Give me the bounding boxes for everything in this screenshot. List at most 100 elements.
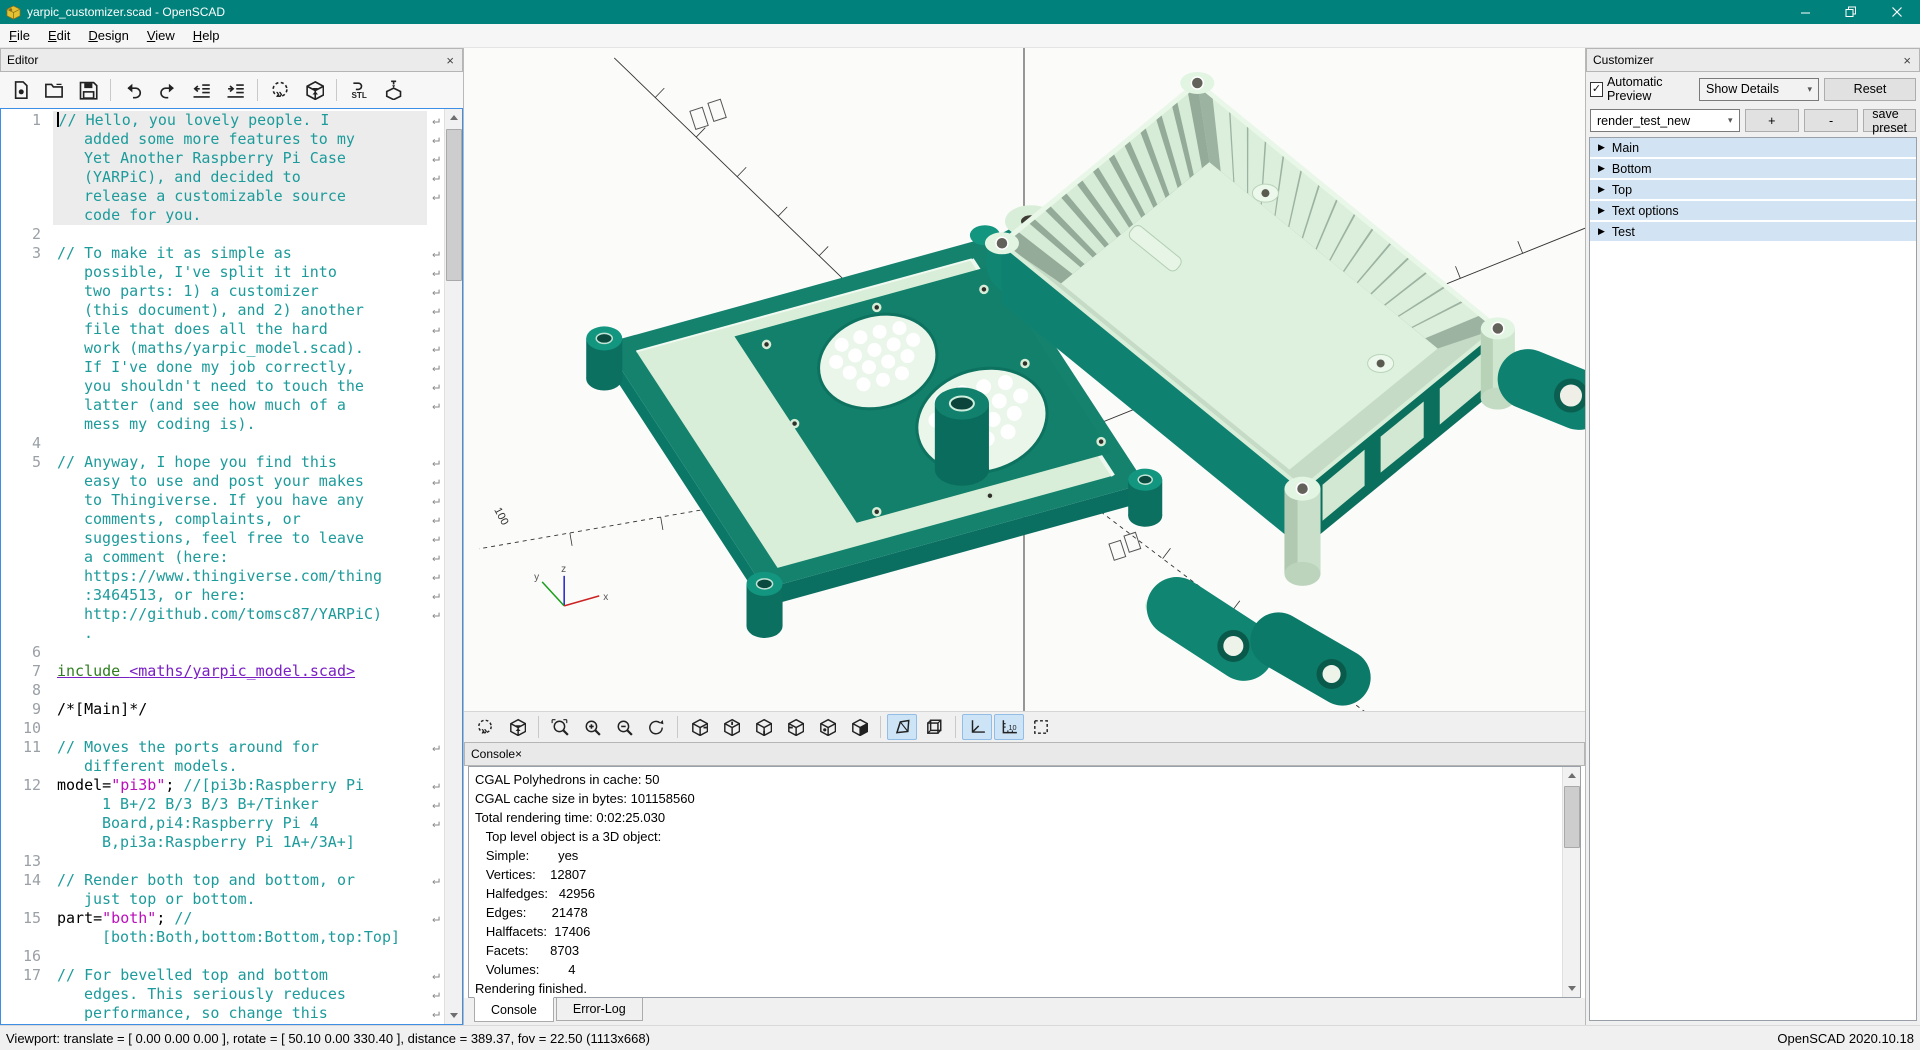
preview-button[interactable]: » [470,714,500,740]
console-vertical-scrollbar[interactable] [1562,767,1580,997]
code-row[interactable]: 5// Anyway, I hope you find this↵ [1,453,445,472]
code-row[interactable]: 14// Render both top and bottom, or↵ [1,871,445,890]
viewport-canvas[interactable]: 100 100 [464,48,1585,711]
code-row[interactable]: performance, so change this↵ [1,1004,445,1023]
code-row[interactable]: 10 [1,719,445,738]
view-top-button[interactable] [716,714,746,740]
code-row[interactable]: a comment (here:↵ [1,548,445,567]
menu-item-design[interactable]: Design [79,25,137,46]
code-row[interactable]: B,pi3a:Raspberry Pi 1A+/3A+] [1,833,445,852]
code-row[interactable]: possible, I've split it into↵ [1,263,445,282]
code-row[interactable]: 11// Moves the ports around for↵ [1,738,445,757]
code-row[interactable]: :3464513, or here:↵ [1,586,445,605]
menu-item-edit[interactable]: Edit [39,25,79,46]
perspective-button[interactable] [887,714,917,740]
redo-button[interactable] [151,75,183,105]
code-row[interactable]: 15part="both"; //↵ [1,909,445,928]
code-row[interactable]: to Thingiverse. If you have any↵ [1,491,445,510]
console-panel-header[interactable]: Console × [464,742,1585,766]
scrollbar-up-arrow[interactable] [1563,767,1580,784]
console-output[interactable]: CGAL Polyhedrons in cache: 50 CGAL cache… [468,766,1581,998]
reset-view-button[interactable] [641,714,671,740]
scrollbar-down-arrow[interactable] [1563,980,1580,997]
expand-triangle-icon[interactable]: ▶ [1598,142,1605,153]
show-axes-button[interactable] [962,714,992,740]
code-row[interactable]: https://www.thingiverse.com/thing↵ [1,567,445,586]
code-row[interactable]: 3// To make it as simple as↵ [1,244,445,263]
orthographic-button[interactable] [919,714,949,740]
unindent-button[interactable] [185,75,217,105]
code-row[interactable]: (YARPiC), and decided to↵ [1,168,445,187]
code-row[interactable]: 16 [1,947,445,966]
code-row[interactable]: 9/*[Main]*/ [1,700,445,719]
show-scale-markers-button[interactable]: 10 [994,714,1024,740]
tree-item-bottom[interactable]: ▶Bottom [1590,159,1916,178]
code-row[interactable]: 8 [1,681,445,700]
code-row[interactable]: comments, complaints, or↵ [1,510,445,529]
code-row[interactable]: code for you. [1,206,445,225]
code-row[interactable]: mess my coding is). [1,415,445,434]
code-row[interactable]: you shouldn't need to touch the↵ [1,377,445,396]
view-front-button[interactable] [812,714,842,740]
code-row[interactable]: release a customizable source↵ [1,187,445,206]
view-right-button[interactable] [684,714,714,740]
code-row[interactable]: [both:Both,bottom:Bottom,top:Top] [1,928,445,947]
automatic-preview-checkbox[interactable]: ✓ Automatic Preview [1590,75,1694,103]
view-back-button[interactable] [844,714,874,740]
menu-item-file[interactable]: File [0,25,39,46]
expand-triangle-icon[interactable]: ▶ [1598,184,1605,195]
save-file-button[interactable] [72,75,104,105]
editor-close-icon[interactable]: × [444,53,456,68]
print-3d-button[interactable] [377,75,409,105]
code-row[interactable]: Yet Another Raspberry Pi Case↵ [1,149,445,168]
add-preset-button[interactable]: + [1745,109,1799,132]
code-text[interactable]: 1// Hello, you lovely people. I↵added so… [1,111,445,1025]
zoom-in-button[interactable] [577,714,607,740]
code-row[interactable]: 13 [1,852,445,871]
menu-item-help[interactable]: Help [184,25,229,46]
remove-preset-button[interactable]: - [1804,109,1858,132]
render-button[interactable] [298,75,330,105]
code-row[interactable]: (this document), and 2) another↵ [1,301,445,320]
console-close-icon[interactable]: × [515,747,522,761]
code-row[interactable]: 1// Hello, you lovely people. I↵ [1,111,445,130]
restore-button[interactable] [1828,0,1874,24]
scrollbar-down-arrow[interactable] [445,1007,462,1024]
tree-item-text-options[interactable]: ▶Text options [1590,201,1916,220]
code-row[interactable]: If I've done my job correctly,↵ [1,358,445,377]
tree-item-test[interactable]: ▶Test [1590,222,1916,241]
reset-button[interactable]: Reset [1824,78,1916,101]
expand-triangle-icon[interactable]: ▶ [1598,226,1605,237]
code-row[interactable]: 17// For bevelled top and bottom↵ [1,966,445,985]
scrollbar-up-arrow[interactable] [445,109,462,126]
tree-item-top[interactable]: ▶Top [1590,180,1916,199]
tree-item-main[interactable]: ▶Main [1590,138,1916,157]
tab-error-log[interactable]: Error-Log [556,998,643,1021]
menu-item-view[interactable]: View [138,25,184,46]
minimize-button[interactable] [1782,0,1828,24]
undo-button[interactable] [117,75,149,105]
expand-triangle-icon[interactable]: ▶ [1598,163,1605,174]
render-button[interactable] [502,714,532,740]
code-row[interactable]: just top or bottom. [1,890,445,909]
code-row[interactable]: two parts: 1) a customizer↵ [1,282,445,301]
show-details-dropdown[interactable]: Show Details ▾ [1699,78,1819,101]
console-scrollbar-thumb[interactable] [1564,786,1580,848]
code-row[interactable]: suggestions, feel free to leave↵ [1,529,445,548]
code-row[interactable]: added some more features to my↵ [1,130,445,149]
code-row[interactable]: 2 [1,225,445,244]
save-preset-button[interactable]: save preset [1863,109,1916,132]
code-row[interactable]: http://github.com/tomsc87/YARPiC)↵ [1,605,445,624]
preview-button[interactable]: » [264,75,296,105]
editor-panel-header[interactable]: Editor × [0,48,463,72]
code-row[interactable]: 4 [1,434,445,453]
code-row[interactable]: 6 [1,643,445,662]
code-row[interactable]: Board,pi4:Raspberry Pi 4↵ [1,814,445,833]
code-row[interactable]: 7include <maths/yarpic_model.scad> [1,662,445,681]
expand-triangle-icon[interactable]: ▶ [1598,205,1605,216]
editor-scrollbar-thumb[interactable] [446,129,462,281]
view-bottom-button[interactable] [748,714,778,740]
open-file-button[interactable] [38,75,70,105]
code-row[interactable]: last if you want bevelled edges. [1,1023,445,1025]
code-row[interactable]: 1 B+/2 B/3 B/3 B+/Tinker↵ [1,795,445,814]
